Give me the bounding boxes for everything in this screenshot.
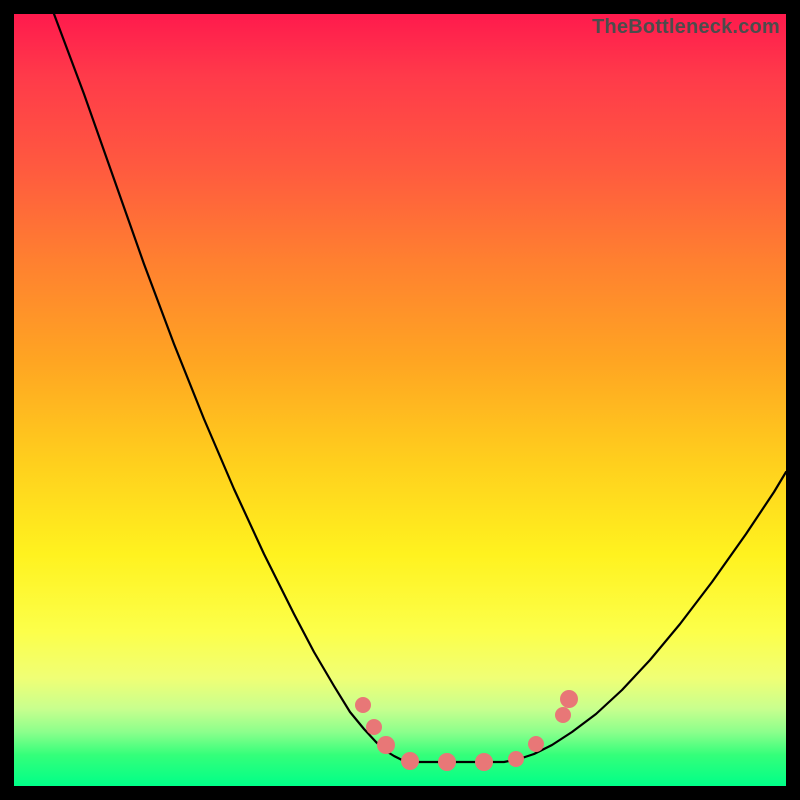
curve-marker	[438, 753, 456, 771]
curve-marker	[401, 752, 419, 770]
curve-marker	[475, 753, 493, 771]
curve-marker	[377, 736, 395, 754]
chart-frame: TheBottleneck.com	[14, 14, 786, 786]
curve-marker	[560, 690, 578, 708]
curve-marker	[355, 697, 371, 713]
curve-marker	[528, 736, 544, 752]
curve-path	[54, 14, 786, 762]
bottleneck-curve-chart	[14, 14, 786, 786]
bottleneck-curve	[54, 14, 786, 762]
curve-marker	[508, 751, 524, 767]
curve-markers	[355, 690, 578, 771]
curve-marker	[366, 719, 382, 735]
curve-marker	[555, 707, 571, 723]
